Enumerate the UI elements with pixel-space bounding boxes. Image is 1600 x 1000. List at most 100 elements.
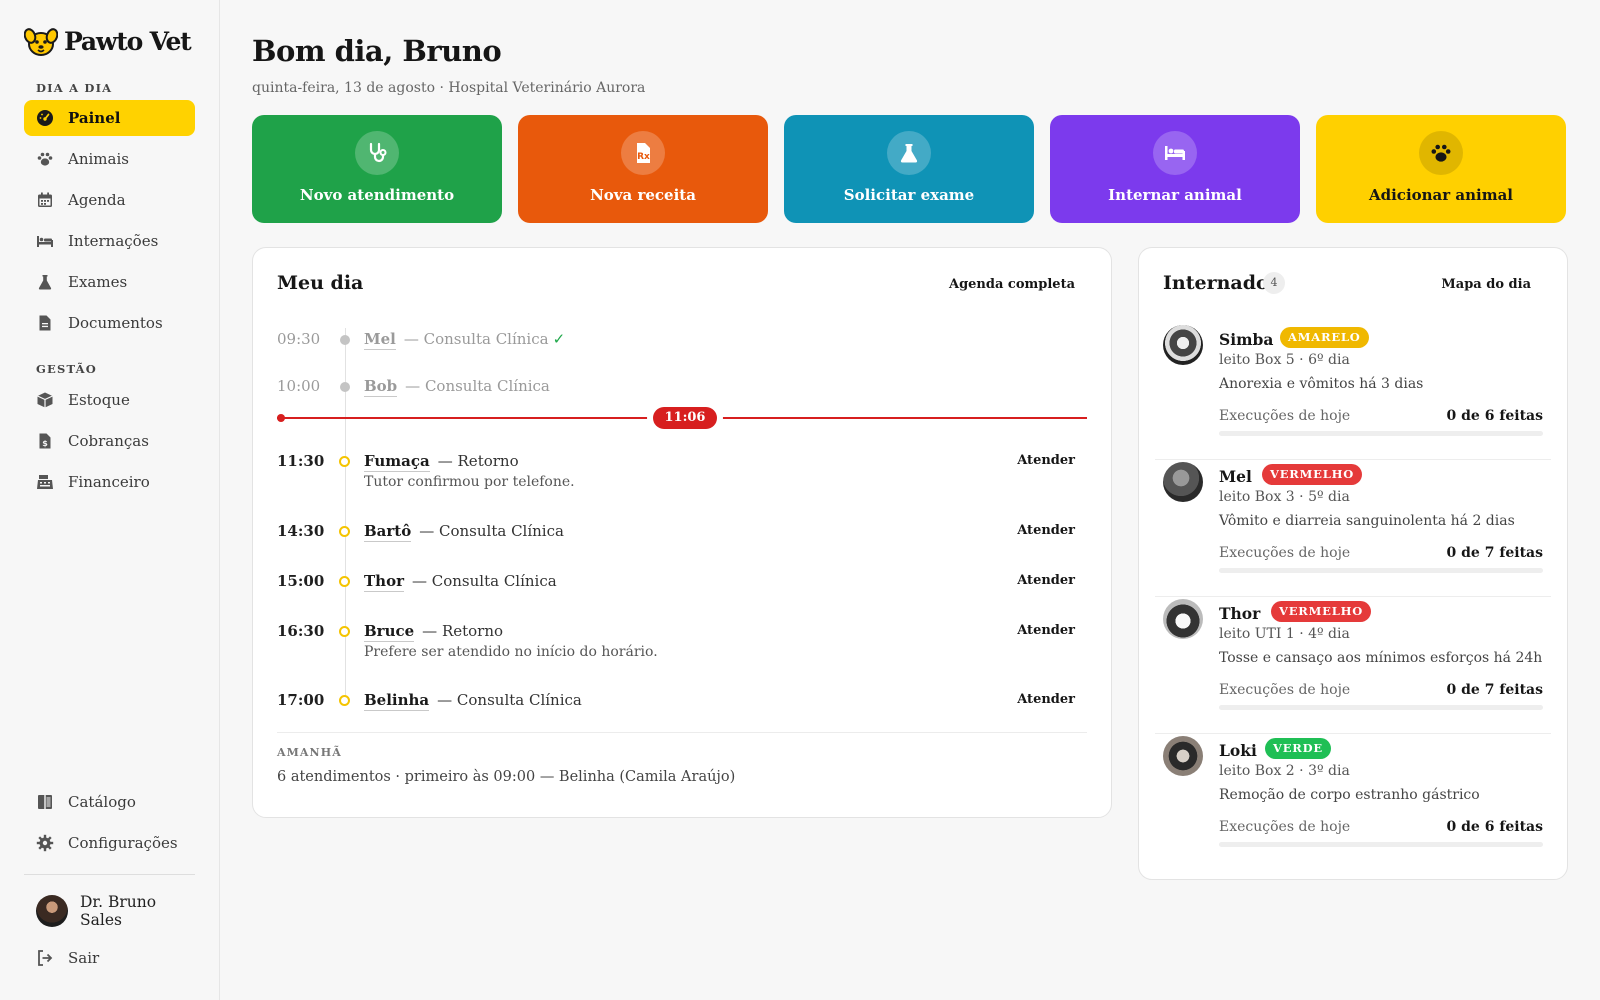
section-label-day: DIA A DIA xyxy=(36,81,113,95)
exec-label: Execuções de hoje xyxy=(1219,545,1351,561)
inpatient-description: Remoção de corpo estranho gástrico xyxy=(1219,787,1480,803)
exec-count: 0 de 7 feitas xyxy=(1446,545,1543,561)
inpatient-description: Vômito e diarreia sanguinolenta há 2 dia… xyxy=(1219,513,1515,529)
pet-link[interactable]: Belinha xyxy=(364,691,430,711)
pet-link[interactable]: Mel xyxy=(364,330,396,350)
sidebar-item-configuracoes[interactable]: Configurações xyxy=(24,825,195,861)
inpatient-description: Tosse e cansaço aos mínimos esforços há … xyxy=(1219,650,1543,666)
add-animal-button[interactable]: Adicionar animal xyxy=(1316,115,1566,223)
logout-button[interactable]: Sair xyxy=(24,940,195,976)
sidebar-item-estoque[interactable]: Estoque xyxy=(24,382,195,418)
bed-icon xyxy=(1165,146,1185,160)
exec-progress-bar xyxy=(1219,431,1543,436)
attend-button[interactable]: Atender xyxy=(1017,523,1075,538)
action-label: Internar animal xyxy=(1108,186,1242,204)
sidebar-item-financeiro[interactable]: Financeiro xyxy=(24,464,195,500)
pet-link[interactable]: Thor xyxy=(364,572,404,592)
svg-text:$: $ xyxy=(42,439,48,448)
appointment-service: — Retorno xyxy=(437,452,519,470)
sidebar-item-label: Estoque xyxy=(68,391,130,409)
brand-name: Pawto Vet xyxy=(64,26,192,56)
attend-button[interactable]: Atender xyxy=(1017,692,1075,707)
sidebar-item-agenda[interactable]: Agenda xyxy=(24,182,195,218)
timeline-dot xyxy=(339,576,350,587)
pet-link[interactable]: Fumaça xyxy=(364,452,430,472)
sidebar-item-label: Exames xyxy=(68,273,128,291)
flask-icon xyxy=(900,144,918,163)
box-icon xyxy=(37,392,53,408)
admit-animal-button[interactable]: Internar animal xyxy=(1050,115,1300,223)
sidebar-item-documentos[interactable]: Documentos xyxy=(24,305,195,341)
sidebar-item-label: Animais xyxy=(68,150,129,168)
cash-register-icon xyxy=(37,475,53,489)
sidebar-item-catalogo[interactable]: Catálogo xyxy=(24,784,195,820)
exec-label: Execuções de hoje xyxy=(1219,408,1351,424)
appointment-note: Tutor confirmou por telefone. xyxy=(364,474,575,490)
action-label: Solicitar exame xyxy=(843,186,975,204)
appointment-time: 17:00 xyxy=(277,691,325,709)
sidebar-divider xyxy=(24,874,195,875)
exec-count: 0 de 6 feitas xyxy=(1446,819,1543,835)
attend-button[interactable]: Atender xyxy=(1017,573,1075,588)
sidebar-item-label: Painel xyxy=(68,109,121,127)
brand-logo[interactable]: Pawto Vet xyxy=(24,24,192,58)
timeline-dot xyxy=(339,695,350,706)
gear-icon xyxy=(36,834,54,852)
appointment-service: — Retorno xyxy=(422,622,504,640)
appointment-service: — Consulta Clínica xyxy=(405,377,550,395)
inpatients-count-badge: 4 xyxy=(1263,272,1285,294)
pet-link[interactable]: Bob xyxy=(364,377,398,397)
attend-button[interactable]: Atender xyxy=(1017,623,1075,638)
timeline-dot xyxy=(339,526,350,537)
action-label: Adicionar animal xyxy=(1368,186,1514,204)
inpatient-item[interactable]: Loki VERDE leito Box 2 · 3º dia Remoção … xyxy=(1155,736,1551,847)
sidebar-item-exames[interactable]: Exames xyxy=(24,264,195,300)
timeline-dot xyxy=(340,335,350,345)
sidebar-item-label: Documentos xyxy=(68,314,163,332)
inpatient-bed: leito UTI 1 · 4º dia xyxy=(1219,626,1350,642)
exec-count: 0 de 7 feitas xyxy=(1446,682,1543,698)
exec-label: Execuções de hoje xyxy=(1219,819,1351,835)
timeline-dot xyxy=(339,456,350,467)
sidebar-item-label: Internações xyxy=(68,232,159,250)
attend-button[interactable]: Atender xyxy=(1017,453,1075,468)
sidebar-item-internacoes[interactable]: Internações xyxy=(24,223,195,259)
svg-text:Rx: Rx xyxy=(637,152,650,162)
action-label: Novo atendimento xyxy=(299,186,455,204)
tomorrow-summary: 6 atendimentos · primeiro às 09:00 — Bel… xyxy=(277,769,736,785)
user-profile[interactable]: Dr. Bruno Sales xyxy=(24,893,195,929)
pet-link[interactable]: Bartô xyxy=(364,522,412,542)
pet-avatar xyxy=(1163,599,1203,639)
bed-icon xyxy=(37,236,53,247)
request-exam-button[interactable]: Solicitar exame xyxy=(784,115,1034,223)
divider xyxy=(1155,459,1551,460)
pet-link[interactable]: Bruce xyxy=(364,622,415,642)
inpatient-item[interactable]: Thor VERMELHO leito UTI 1 · 4º dia Tosse… xyxy=(1155,599,1551,734)
daily-map-link[interactable]: Mapa do dia xyxy=(1441,277,1531,292)
full-agenda-link[interactable]: Agenda completa xyxy=(949,277,1075,292)
triage-badge: VERMELHO xyxy=(1262,464,1363,485)
inpatients-card: Internados 4 Mapa do dia Simba AMARELO l… xyxy=(1138,247,1568,880)
inpatient-name: Mel xyxy=(1219,467,1252,486)
sidebar-item-painel[interactable]: Painel xyxy=(24,100,195,136)
paw-icon xyxy=(1431,144,1451,162)
action-label: Nova receita xyxy=(590,186,696,204)
inpatient-item[interactable]: Simba AMARELO leito Box 5 · 6º dia Anore… xyxy=(1155,325,1551,460)
inpatient-description: Anorexia e vômitos há 3 dias xyxy=(1219,376,1424,392)
appointment-service: — Consulta Clínica xyxy=(403,330,549,348)
triage-badge: AMARELO xyxy=(1280,327,1369,348)
gauge-icon xyxy=(37,110,53,126)
sidebar-item-cobrancas[interactable]: $ Cobranças xyxy=(24,423,195,459)
inpatient-item[interactable]: Mel VERMELHO leito Box 3 · 5º dia Vômito… xyxy=(1155,462,1551,597)
new-prescription-button[interactable]: Rx Nova receita xyxy=(518,115,768,223)
timeline-dot xyxy=(340,382,350,392)
new-appointment-button[interactable]: Novo atendimento xyxy=(252,115,502,223)
sidebar: Pawto Vet DIA A DIA Painel Animais Agend… xyxy=(0,0,220,1000)
appointment-service: — Consulta Clínica xyxy=(419,522,564,540)
sidebar-item-label: Catálogo xyxy=(68,793,136,811)
pet-avatar xyxy=(1163,462,1203,502)
inpatient-bed: leito Box 2 · 3º dia xyxy=(1219,763,1350,779)
page-subtitle: quinta-feira, 13 de agosto · Hospital Ve… xyxy=(252,80,646,96)
sidebar-item-animais[interactable]: Animais xyxy=(24,141,195,177)
pet-avatar xyxy=(1163,736,1203,776)
